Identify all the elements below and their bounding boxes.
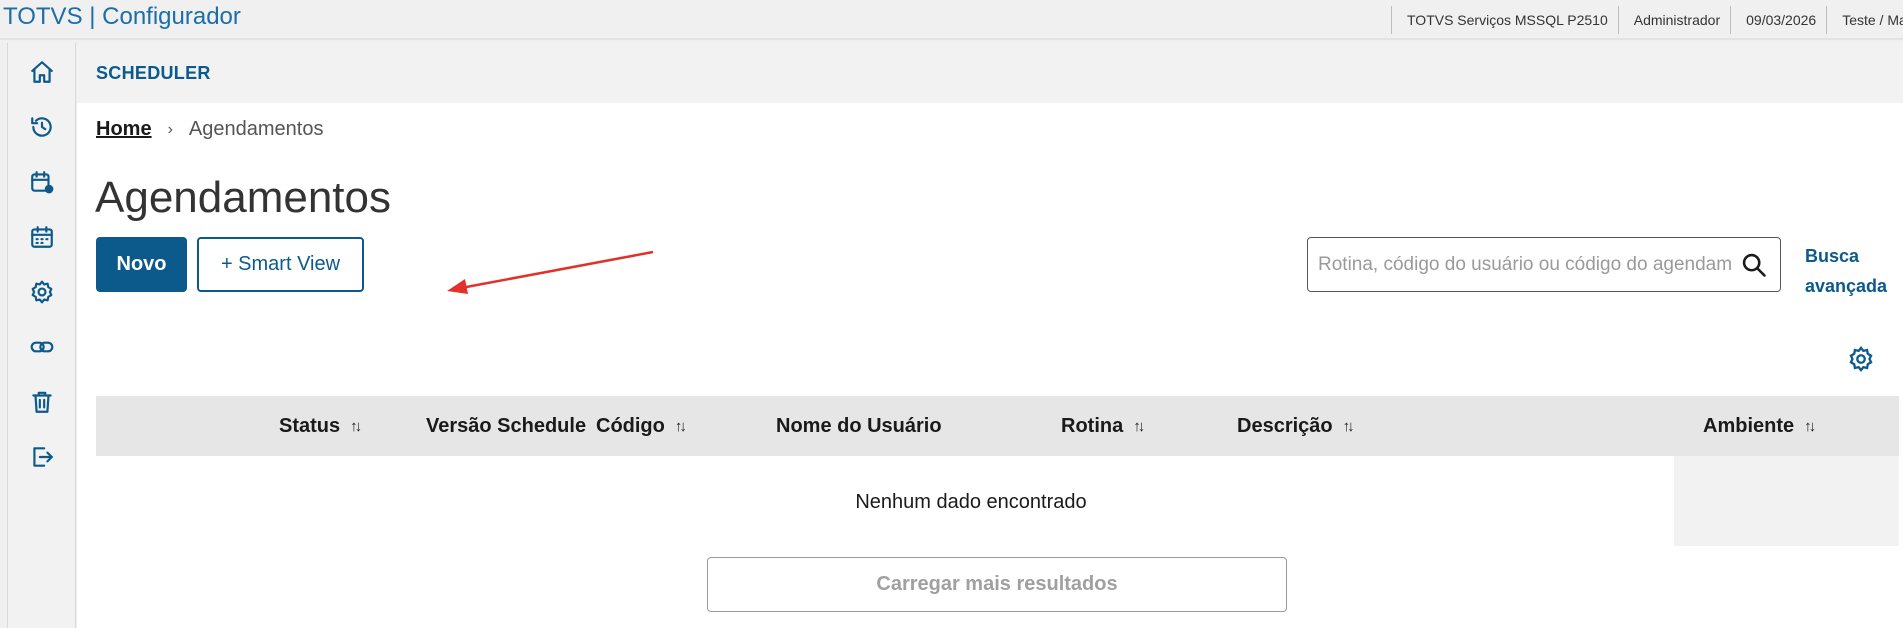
sort-icon[interactable]: ↑↓: [350, 418, 362, 435]
advanced-search-link[interactable]: Busca avançada: [1805, 241, 1895, 301]
search-icon[interactable]: [1740, 251, 1768, 279]
gear-icon[interactable]: [28, 278, 56, 306]
sidebar: [7, 43, 76, 628]
table-header: Status ↑↓ Versão Schedule Código ↑↓ Nome…: [96, 396, 1899, 456]
company-label[interactable]: TOTVS Serviços MSSQL P2510: [1391, 6, 1618, 34]
column-label: Versão Schedule: [426, 414, 587, 437]
sort-icon[interactable]: ↑↓: [1804, 418, 1816, 435]
top-bar: TOTVS | Configurador TOTVS Serviços MSSQ…: [0, 0, 1903, 40]
sort-icon[interactable]: ↑↓: [1133, 418, 1145, 435]
breadcrumb: Home › Agendamentos: [96, 118, 323, 141]
column-label: Descrição: [1237, 414, 1333, 437]
new-button[interactable]: Novo: [96, 237, 187, 292]
table-settings-gear-icon[interactable]: [1847, 345, 1875, 373]
column-header-codigo[interactable]: Código ↑↓: [596, 396, 687, 456]
breadcrumb-chevron-icon: ›: [167, 120, 173, 138]
column-label: Nome do Usuário: [776, 414, 942, 437]
column-label: Status: [279, 414, 341, 437]
link-icon[interactable]: [28, 333, 56, 361]
empty-table-message: Nenhum dado encontrado: [855, 491, 1087, 513]
main-content: SCHEDULER Home › Agendamentos Agendament…: [77, 43, 1903, 628]
branch-label[interactable]: Teste / Matriz: [1826, 6, 1903, 34]
sort-icon[interactable]: ↑↓: [675, 418, 687, 435]
calendar-settings-icon[interactable]: [28, 168, 56, 196]
calendar-icon[interactable]: [28, 223, 56, 251]
module-header: SCHEDULER: [77, 43, 1903, 103]
column-header-ambiente[interactable]: Ambiente ↑↓: [1703, 396, 1816, 456]
date-label[interactable]: 09/03/2026: [1730, 6, 1826, 34]
history-icon[interactable]: [28, 113, 56, 141]
column-header-versao-schedule[interactable]: Versão Schedule: [426, 396, 586, 456]
app-title: TOTVS | Configurador: [3, 3, 241, 30]
page-title: Agendamentos: [95, 173, 391, 222]
session-info: TOTVS Serviços MSSQL P2510 Administrador…: [1391, 0, 1903, 40]
column-label: Ambiente: [1703, 414, 1795, 437]
column-header-status[interactable]: Status ↑↓: [279, 396, 362, 456]
column-header-descricao[interactable]: Descrição ↑↓: [1237, 396, 1355, 456]
sort-icon[interactable]: ↑↓: [1343, 418, 1355, 435]
user-label[interactable]: Administrador: [1617, 6, 1730, 34]
column-label: Código: [596, 414, 665, 437]
smart-view-button[interactable]: + Smart View: [197, 237, 364, 292]
column-header-nome-do-usuario[interactable]: Nome do Usuário: [776, 396, 942, 456]
breadcrumb-home-link[interactable]: Home: [96, 118, 152, 141]
search-input[interactable]: [1318, 250, 1732, 280]
load-more-button[interactable]: Carregar mais resultados: [707, 557, 1287, 612]
logout-icon[interactable]: [28, 443, 56, 471]
annotation-arrow-icon: [447, 250, 654, 294]
breadcrumb-current: Agendamentos: [188, 118, 324, 140]
column-label: Rotina: [1061, 414, 1124, 437]
home-icon[interactable]: [28, 58, 56, 86]
module-label: SCHEDULER: [96, 63, 211, 83]
trash-icon[interactable]: [28, 388, 56, 416]
search-box: [1307, 237, 1781, 292]
column-header-rotina[interactable]: Rotina ↑↓: [1061, 396, 1145, 456]
